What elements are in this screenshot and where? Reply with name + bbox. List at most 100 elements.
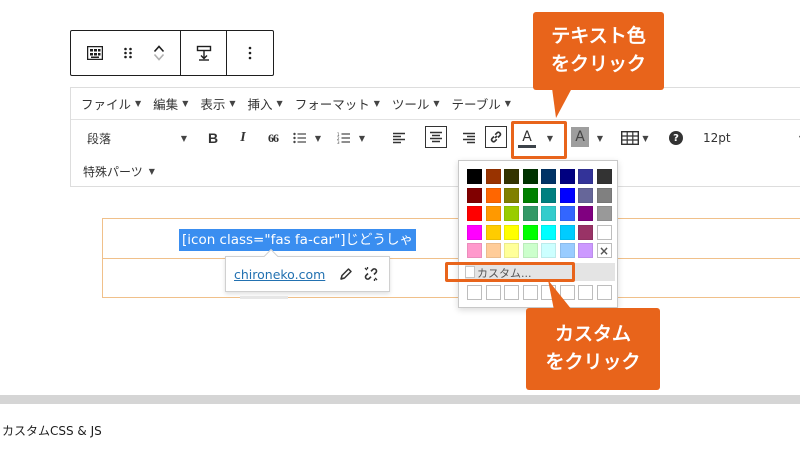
color-swatch[interactable]	[559, 187, 575, 203]
special-parts-label: 特殊パーツ	[83, 164, 143, 179]
block-options-button[interactable]	[235, 31, 265, 75]
color-swatch[interactable]	[504, 206, 519, 221]
classic-editor-toolbar: ファイル ▼ 編集 ▼ 表示 ▼ 挿入 ▼ フォーマット ▼ ツール ▼ テーブル ▼ 段落 …	[70, 87, 800, 187]
menu-view-label: 表示	[200, 97, 226, 112]
color-swatch[interactable]	[467, 243, 482, 258]
menu-view[interactable]: 表示 ▼	[200, 94, 235, 113]
color-swatch[interactable]	[522, 224, 538, 240]
italic-button[interactable]: I	[233, 126, 253, 150]
color-swatch[interactable]	[485, 224, 501, 240]
remove-color-button[interactable]: ×	[596, 243, 612, 258]
custom-color-slot[interactable]	[485, 285, 501, 300]
background-color-dropdown[interactable]: ▼	[593, 126, 607, 150]
color-swatch[interactable]	[578, 206, 593, 221]
color-swatch[interactable]	[485, 243, 501, 258]
callout-custom-line1: カスタム	[554, 323, 631, 345]
color-swatch[interactable]	[522, 187, 538, 203]
color-swatch[interactable]	[578, 187, 593, 203]
menu-edit[interactable]: 編集 ▼	[153, 94, 188, 113]
link-icon	[490, 131, 502, 143]
blockquote-button[interactable]: 66	[263, 126, 283, 150]
caret-down-icon: ▼	[504, 99, 511, 108]
custom-css-js-heading: カスタムCSS & JS	[2, 424, 102, 438]
move-down-icon[interactable]	[153, 53, 165, 62]
font-size-value: 12pt	[703, 131, 731, 145]
pencil-icon	[340, 268, 353, 280]
link-url[interactable]: chironeko.com	[234, 267, 325, 282]
special-parts-select[interactable]: 特殊パーツ ▼	[83, 159, 155, 183]
color-swatch[interactable]	[467, 224, 482, 240]
menu-tools[interactable]: ツール ▼	[392, 94, 440, 113]
caret-down-icon: ▼	[642, 133, 649, 143]
color-swatch[interactable]	[596, 169, 612, 184]
callout-custom-line2: をクリック	[545, 351, 641, 373]
background-color-button[interactable]: A	[571, 127, 589, 147]
bullet-list-icon	[293, 132, 306, 144]
color-swatch[interactable]	[596, 187, 612, 203]
link-popup-shadow	[240, 296, 288, 299]
custom-color-slot[interactable]	[504, 285, 519, 300]
format-toolbar-row-1: 段落 ▼ B I 66 ▼ 1 2 3 ▼ A ▼ A ▼ ▼ ? 12pt	[71, 121, 800, 155]
color-swatch[interactable]	[559, 169, 575, 184]
color-swatch[interactable]	[541, 169, 556, 184]
custom-color-slot[interactable]	[467, 285, 482, 300]
color-swatch[interactable]	[578, 169, 593, 184]
color-swatch[interactable]	[504, 243, 519, 258]
content-block[interactable]: [icon class="fas fa-car"]じどうしゃ	[102, 218, 800, 298]
font-size-select[interactable]: 12pt ▼	[699, 126, 800, 150]
custom-color-slot[interactable]	[522, 285, 538, 300]
insert-link-button[interactable]	[485, 126, 507, 148]
color-swatch[interactable]	[504, 187, 519, 203]
color-swatch[interactable]	[522, 243, 538, 258]
numbered-list-button[interactable]: 1 2 3 ▼	[333, 126, 369, 150]
color-swatch[interactable]	[467, 187, 482, 203]
block-toolbar-group-main	[71, 31, 181, 75]
bullet-list-button[interactable]: ▼	[289, 126, 325, 150]
align-right-button[interactable]	[459, 126, 479, 150]
align-center-icon	[430, 131, 442, 143]
color-swatch[interactable]	[596, 224, 612, 240]
color-swatch[interactable]	[504, 169, 519, 184]
custom-color-slot[interactable]	[578, 285, 593, 300]
color-swatch[interactable]	[596, 206, 612, 221]
help-button[interactable]: ?	[669, 131, 683, 145]
convert-to-blocks-button[interactable]	[189, 31, 219, 75]
color-swatch[interactable]	[485, 206, 501, 221]
color-swatch[interactable]	[559, 224, 575, 240]
color-swatch[interactable]	[522, 169, 538, 184]
custom-color-slot[interactable]	[596, 285, 612, 300]
align-center-button[interactable]	[425, 126, 447, 148]
unlink-button[interactable]	[363, 266, 379, 282]
color-swatch[interactable]	[485, 169, 501, 184]
menu-format[interactable]: フォーマット ▼	[295, 94, 380, 113]
color-swatch[interactable]	[559, 206, 575, 221]
callout-custom-pointer	[548, 280, 572, 310]
color-swatch[interactable]	[541, 206, 556, 221]
menu-file[interactable]: ファイル ▼	[81, 94, 141, 113]
color-swatch[interactable]	[485, 187, 501, 203]
drag-handle[interactable]	[118, 31, 138, 75]
color-swatch[interactable]	[504, 224, 519, 240]
table-button[interactable]: ▼	[617, 126, 653, 150]
selected-shortcode-text[interactable]: [icon class="fas fa-car"]じどうしゃ	[179, 229, 417, 251]
color-swatch[interactable]	[578, 224, 593, 240]
text-color-picker: × カスタム...	[458, 160, 618, 308]
caret-down-icon: ▼	[182, 99, 189, 108]
align-left-button[interactable]	[389, 126, 409, 150]
color-swatch[interactable]	[522, 206, 538, 221]
color-swatch[interactable]	[541, 243, 556, 258]
color-swatch[interactable]	[578, 243, 593, 258]
color-swatch[interactable]	[541, 224, 556, 240]
color-swatch[interactable]	[467, 169, 482, 184]
bold-button[interactable]: B	[203, 126, 223, 150]
callout-text-color-pointer	[552, 88, 572, 118]
color-swatch[interactable]	[559, 243, 575, 258]
edit-link-button[interactable]	[339, 267, 353, 281]
menu-table[interactable]: テーブル ▼	[452, 94, 511, 113]
paragraph-format-select[interactable]: 段落 ▼	[83, 126, 191, 150]
block-type-button[interactable]	[83, 31, 107, 75]
color-swatch[interactable]	[541, 187, 556, 203]
menu-insert[interactable]: 挿入 ▼	[248, 94, 283, 113]
color-swatch[interactable]	[467, 206, 482, 221]
move-up-icon[interactable]	[153, 44, 165, 53]
